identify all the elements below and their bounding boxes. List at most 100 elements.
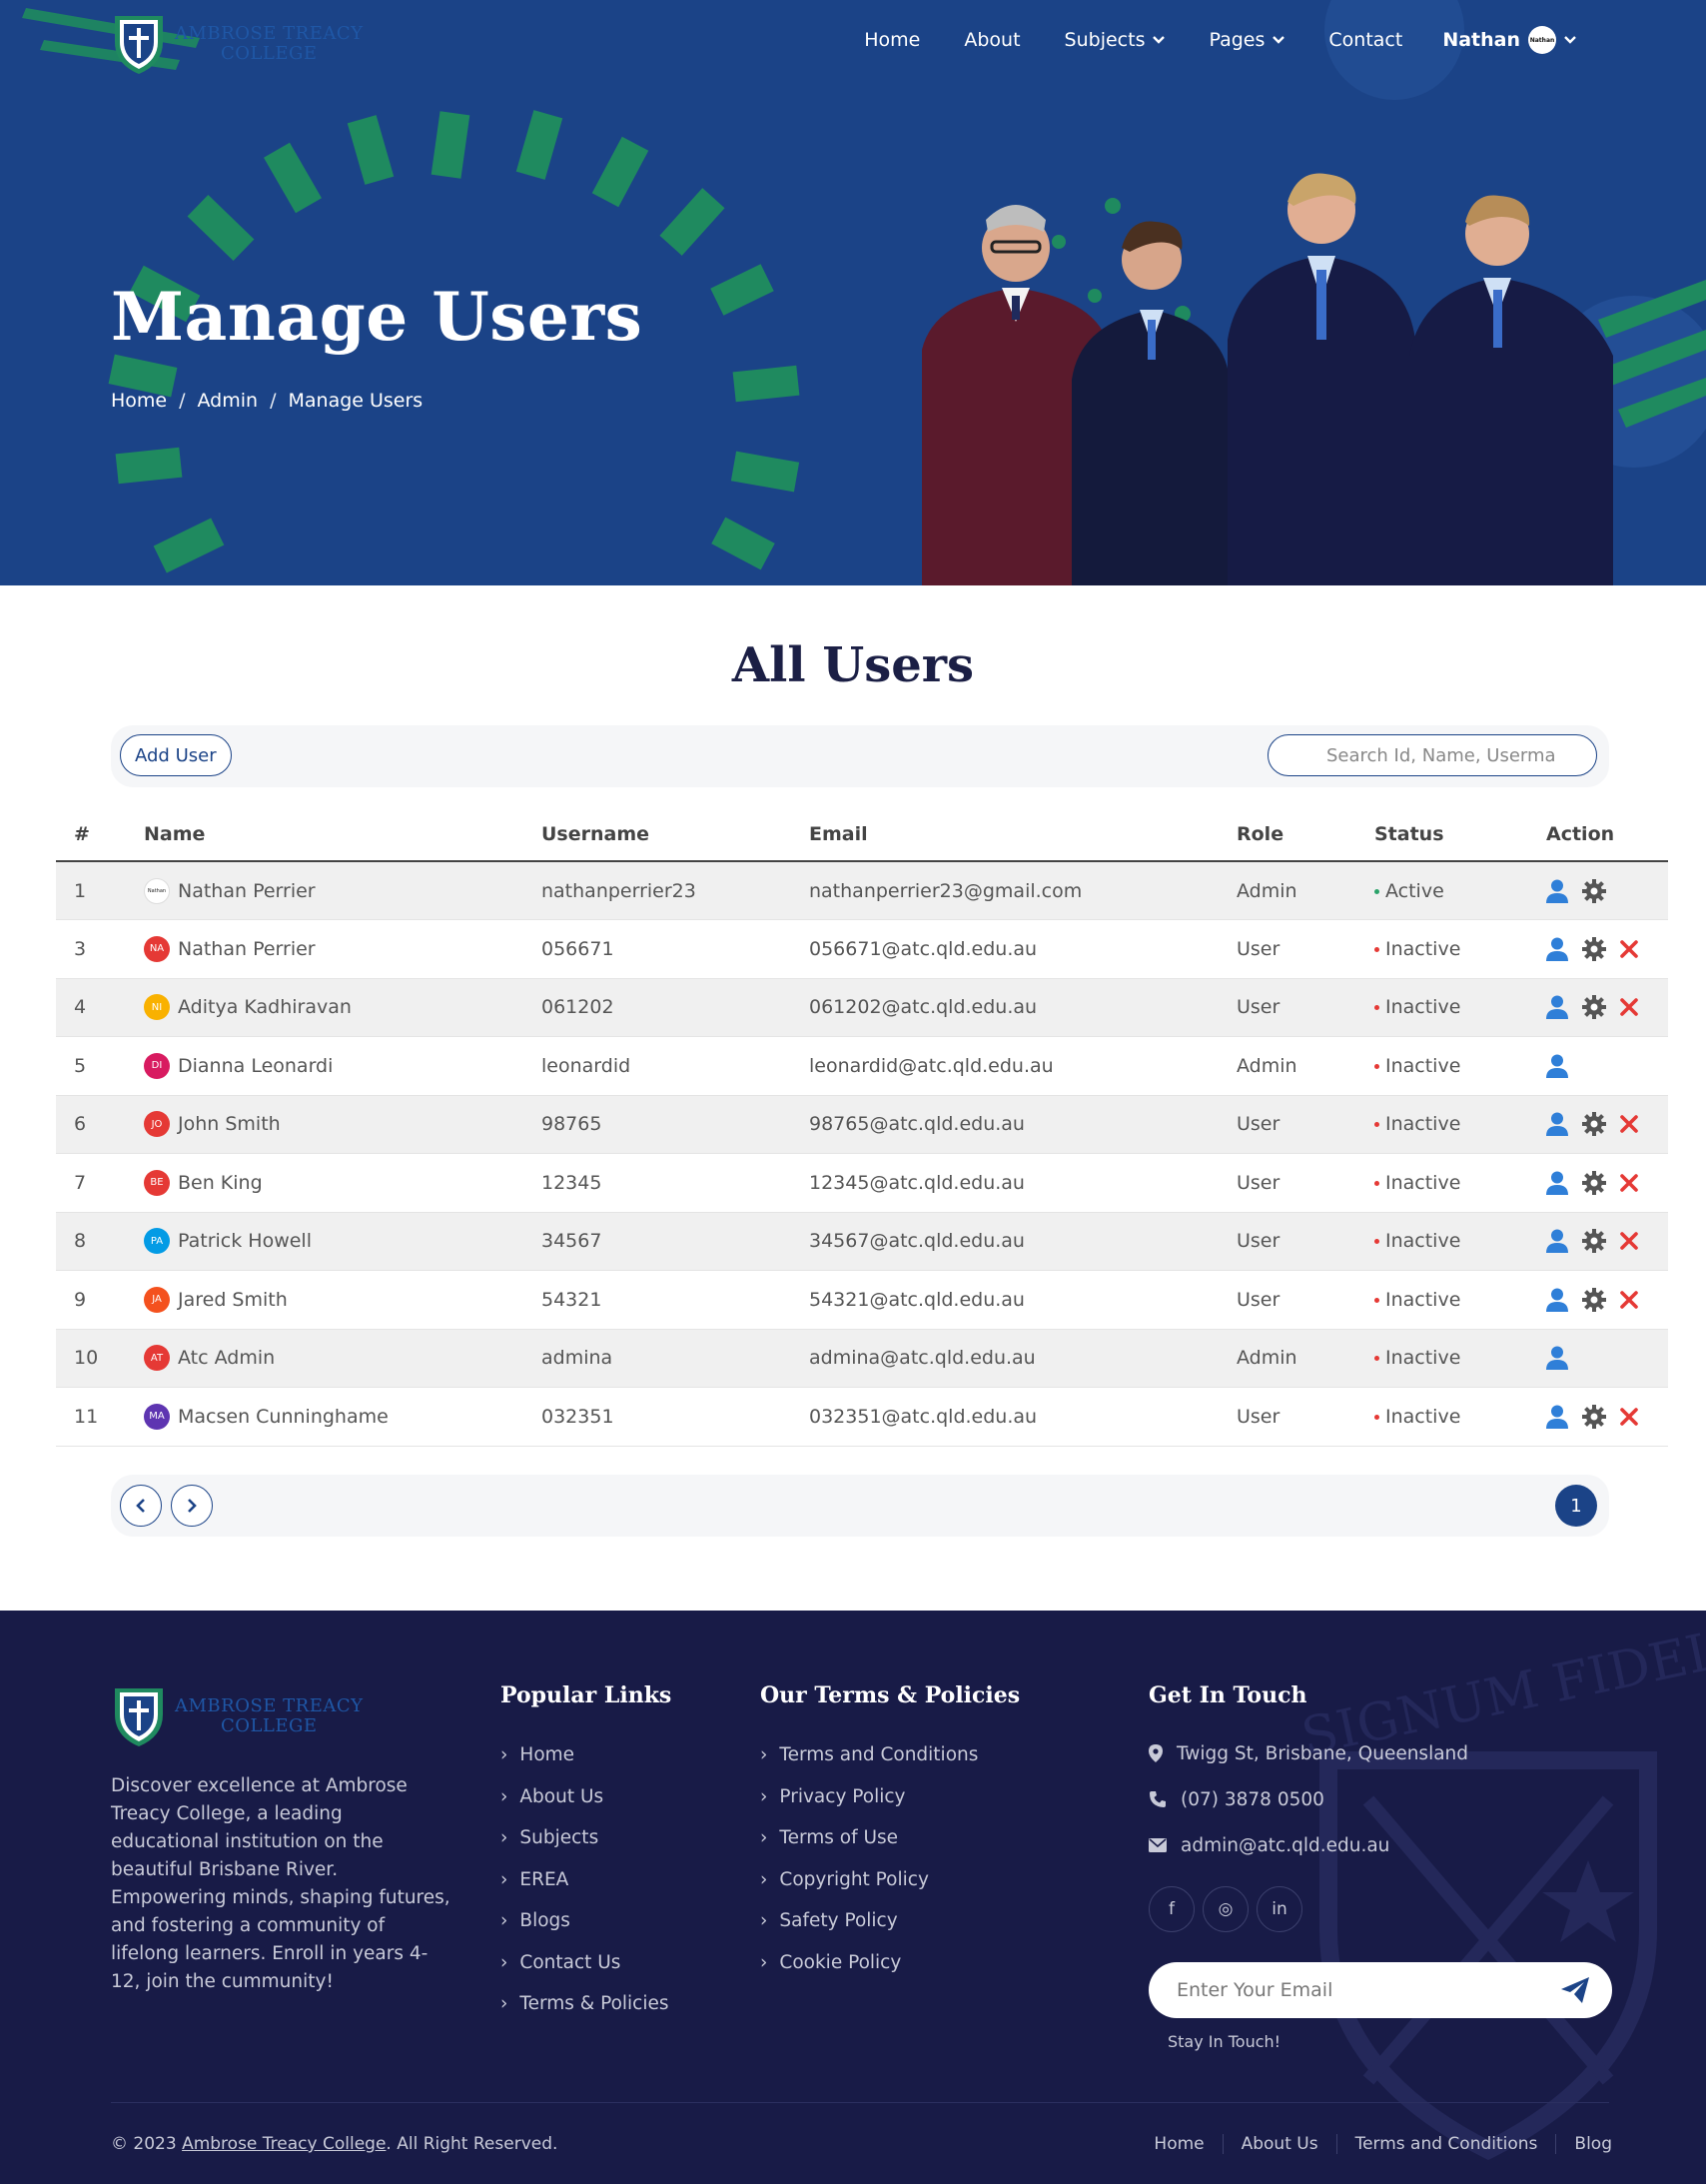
nav-contact[interactable]: Contact (1328, 29, 1402, 51)
delete-icon[interactable] (1620, 1407, 1638, 1426)
cell-email: 061202@atc.qld.edu.au (791, 978, 1219, 1037)
cell-actions (1528, 1329, 1668, 1388)
footer-link-subjects[interactable]: › Subjects (500, 1817, 669, 1859)
footer-link-terms-use[interactable]: › Terms of Use (760, 1817, 978, 1859)
linkedin-icon[interactable]: in (1257, 1886, 1302, 1932)
cell-username: 12345 (523, 1153, 791, 1213)
footer-link-contact[interactable]: › Contact Us (500, 1942, 669, 1984)
user-profile-icon[interactable] (1546, 995, 1568, 1020)
nav-about[interactable]: About (964, 29, 1020, 51)
nav-pages[interactable]: Pages (1209, 29, 1285, 51)
copyright-link[interactable]: Ambrose Treacy College (182, 2134, 386, 2154)
cell-actions (1528, 861, 1668, 920)
gear-icon[interactable] (1582, 1229, 1606, 1254)
page-number-current[interactable]: 1 (1555, 1485, 1597, 1527)
status-badge: Inactive (1385, 996, 1461, 1019)
footer-link-terms-conditions[interactable]: › Terms and Conditions (760, 1734, 978, 1776)
footer-link-blogs[interactable]: › Blogs (500, 1900, 669, 1942)
user-profile-icon[interactable] (1546, 1346, 1568, 1371)
gear-icon[interactable] (1582, 1112, 1606, 1137)
footer-link-label: Safety Policy (779, 1910, 898, 1932)
cell-name: JO John Smith (126, 1095, 523, 1154)
status-badge: Inactive (1385, 1230, 1461, 1253)
column-header-name[interactable]: Name (126, 807, 523, 862)
delete-icon[interactable] (1620, 1115, 1638, 1134)
main-nav: Home About Subjects Pages Contact Nathan… (820, 26, 1576, 54)
user-profile-icon[interactable] (1546, 1288, 1568, 1312)
user-avatar: Nathan (1528, 26, 1556, 54)
site-logo[interactable]: AMBROSE TREACY COLLEGE (111, 12, 364, 76)
column-header-email[interactable]: Email (791, 807, 1219, 862)
gear-icon[interactable] (1582, 1404, 1606, 1429)
search-input[interactable]: Search Id, Name, Userma (1268, 734, 1597, 776)
footer-link-copyright[interactable]: › Copyright Policy (760, 1859, 978, 1901)
footer-link-safety[interactable]: › Safety Policy (760, 1900, 978, 1942)
user-profile-icon[interactable] (1546, 937, 1568, 961)
contact-phone[interactable]: (07) 3878 0500 (1149, 1776, 1468, 1822)
prev-page-button[interactable] (120, 1485, 162, 1527)
gear-icon[interactable] (1582, 995, 1606, 1020)
user-profile-icon[interactable] (1546, 1405, 1568, 1429)
nav-subjects[interactable]: Subjects (1065, 29, 1166, 51)
cell-username: 34567 (523, 1212, 791, 1271)
delete-icon[interactable] (1620, 1290, 1638, 1309)
cell-role: User (1219, 1153, 1356, 1213)
nav-home[interactable]: Home (864, 29, 920, 51)
send-icon[interactable] (1560, 1976, 1590, 2004)
column-header-status[interactable]: Status (1356, 807, 1528, 862)
contact-heading: Get In Touch (1149, 1682, 1307, 1708)
user-profile-icon[interactable] (1546, 1229, 1568, 1254)
bottom-link-about[interactable]: About Us (1222, 2134, 1336, 2154)
add-user-button[interactable]: Add User (120, 734, 232, 776)
delete-icon[interactable] (1620, 939, 1638, 958)
cell-name: NA Nathan Perrier (126, 919, 523, 979)
bottom-link-home[interactable]: Home (1136, 2134, 1222, 2154)
breadcrumb-admin[interactable]: Admin (198, 390, 259, 412)
delete-icon[interactable] (1620, 1173, 1638, 1192)
footer-link-label: Blogs (519, 1910, 570, 1932)
cell-role: User (1219, 978, 1356, 1037)
cell-id: 3 (56, 919, 126, 979)
pagination: 1 (111, 1475, 1609, 1537)
avatar: MA (144, 1403, 170, 1430)
footer-link-terms-policies[interactable]: › Terms & Policies (500, 1983, 669, 2025)
cell-username: admina (523, 1329, 791, 1388)
watermark-crest-icon: SIGNUM FIDEI (1296, 1624, 1706, 2161)
newsletter-email-input[interactable]: Enter Your Email (1149, 1962, 1612, 2018)
nav-about-label: About (964, 29, 1021, 51)
delete-icon[interactable] (1620, 998, 1638, 1017)
gear-icon[interactable] (1582, 878, 1606, 903)
facebook-icon[interactable]: f (1149, 1886, 1195, 1932)
section-title: All Users (731, 637, 975, 693)
footer-link-label: Terms and Conditions (779, 1744, 979, 1766)
footer-link-about[interactable]: › About Us (500, 1776, 669, 1818)
next-page-button[interactable] (171, 1485, 213, 1527)
user-menu[interactable]: Nathan Nathan (1442, 26, 1576, 54)
column-header-role[interactable]: Role (1219, 807, 1356, 862)
instagram-icon[interactable]: ◎ (1203, 1886, 1249, 1932)
column-header-id[interactable]: # (56, 807, 126, 862)
bottom-link-blog[interactable]: Blog (1555, 2134, 1612, 2154)
user-name: Ben King (178, 1171, 263, 1194)
breadcrumb-home[interactable]: Home (111, 390, 167, 412)
column-header-username[interactable]: Username (523, 807, 791, 862)
user-profile-icon[interactable] (1546, 1112, 1568, 1137)
gear-icon[interactable] (1582, 1287, 1606, 1312)
user-name: Dianna Leonardi (178, 1054, 334, 1077)
footer-logo[interactable]: AMBROSE TREACY COLLEGE (111, 1684, 364, 1748)
footer-link-cookie[interactable]: › Cookie Policy (760, 1942, 978, 1984)
footer-link-erea[interactable]: › EREA (500, 1859, 669, 1901)
contact-email[interactable]: admin@atc.qld.edu.au (1149, 1822, 1468, 1868)
column-header-action: Action (1528, 807, 1668, 862)
delete-icon[interactable] (1620, 1232, 1638, 1251)
user-profile-icon[interactable] (1546, 879, 1568, 903)
footer-link-privacy[interactable]: › Privacy Policy (760, 1776, 978, 1818)
user-profile-icon[interactable] (1546, 1171, 1568, 1195)
footer-divider (111, 2102, 1609, 2103)
bottom-link-terms[interactable]: Terms and Conditions (1335, 2134, 1556, 2154)
gear-icon[interactable] (1582, 1170, 1606, 1195)
gear-icon[interactable] (1582, 936, 1606, 961)
user-profile-icon[interactable] (1546, 1054, 1568, 1078)
contact-address: Twigg St, Brisbane, Queensland (1149, 1730, 1468, 1776)
footer-link-home[interactable]: › Home (500, 1734, 669, 1776)
